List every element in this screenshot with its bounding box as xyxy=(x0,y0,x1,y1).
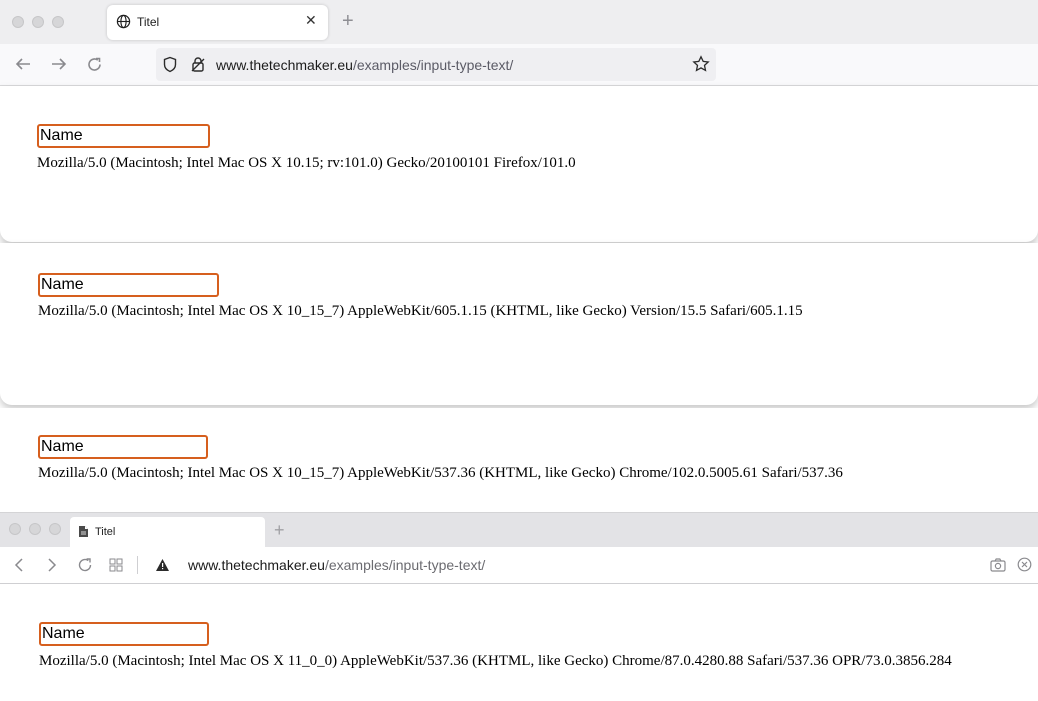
opera-tab-title: Titel xyxy=(95,526,116,538)
chevron-right-icon[interactable] xyxy=(47,558,57,577)
window-zoom-dot[interactable] xyxy=(49,523,61,535)
name-input[interactable] xyxy=(37,124,210,148)
grid-icon[interactable] xyxy=(109,558,123,577)
user-agent-text: Mozilla/5.0 (Macintosh; Intel Mac OS X 1… xyxy=(38,303,803,319)
reload-icon[interactable] xyxy=(77,557,93,578)
window-close-dot[interactable] xyxy=(12,16,24,28)
arrow-left-icon[interactable] xyxy=(14,56,32,77)
firefox-tab-title: Titel xyxy=(137,15,160,29)
camera-icon[interactable] xyxy=(990,558,1006,577)
warning-icon[interactable] xyxy=(155,558,170,577)
reload-icon[interactable] xyxy=(86,56,103,78)
user-agent-text: Mozilla/5.0 (Macintosh; Intel Mac OS X 1… xyxy=(39,653,952,669)
new-tab-icon[interactable]: + xyxy=(274,520,285,541)
window-close-dot[interactable] xyxy=(9,523,21,535)
close-icon[interactable]: ✕ xyxy=(305,12,317,29)
chevron-left-icon[interactable] xyxy=(14,558,24,577)
firefox-url[interactable]: www.thetechmaker.eu/examples/input-type-… xyxy=(216,57,513,73)
user-agent-text: Mozilla/5.0 (Macintosh; Intel Mac OS X 1… xyxy=(38,465,843,481)
star-icon[interactable] xyxy=(692,55,710,78)
window-minimize-dot[interactable] xyxy=(32,16,44,28)
page-icon xyxy=(78,525,89,543)
new-tab-icon[interactable]: + xyxy=(342,10,354,33)
lock-icon[interactable] xyxy=(190,56,206,78)
shield-icon[interactable] xyxy=(162,56,178,78)
chrome-content xyxy=(0,408,1038,511)
name-input[interactable] xyxy=(39,622,209,646)
arrow-right-icon[interactable] xyxy=(50,56,68,77)
safari-content xyxy=(0,243,1038,405)
name-input[interactable] xyxy=(38,435,208,459)
user-agent-text: Mozilla/5.0 (Macintosh; Intel Mac OS X 1… xyxy=(37,155,576,171)
window-minimize-dot[interactable] xyxy=(29,523,41,535)
globe-icon xyxy=(116,14,131,34)
toolbar-divider xyxy=(137,556,138,574)
name-input[interactable] xyxy=(38,273,219,297)
window-zoom-dot[interactable] xyxy=(52,16,64,28)
close-circle-icon[interactable] xyxy=(1017,557,1032,577)
opera-url[interactable]: www.thetechmaker.eu/examples/input-type-… xyxy=(188,557,485,573)
